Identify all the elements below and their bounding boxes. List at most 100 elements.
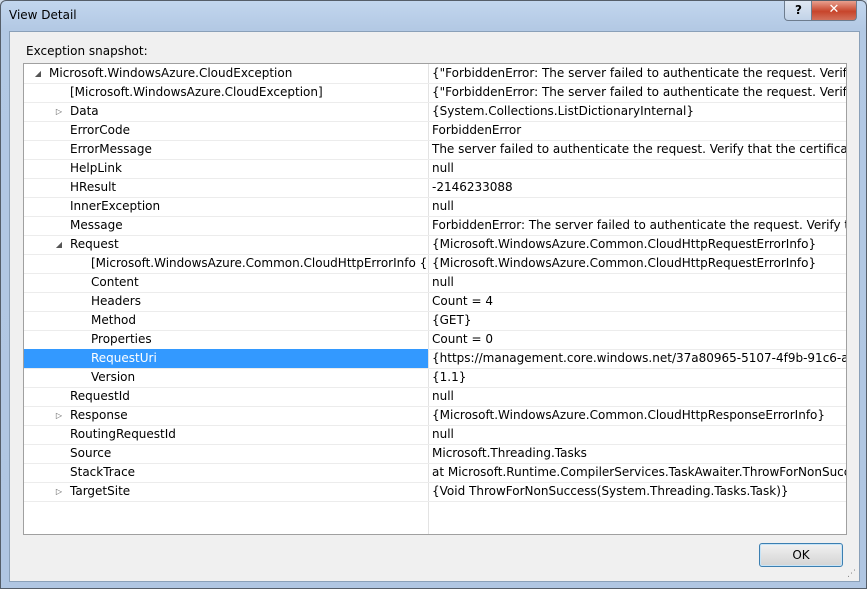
property-row[interactable]: ◢ Request {Microsoft.WindowsAzure.Common.C… — [24, 235, 846, 255]
property-name-cell[interactable]: Headers — [24, 292, 428, 311]
property-name-cell[interactable]: ▷ TargetSite — [24, 482, 428, 501]
property-row[interactable]: ◢ Microsoft.WindowsAzure.CloudException {"… — [24, 64, 846, 84]
property-value[interactable]: null — [430, 159, 846, 178]
exception-property-grid: ◢ Microsoft.WindowsAzure.CloudException {"… — [23, 63, 847, 535]
property-row[interactable]: RoutingRequestId null — [24, 425, 846, 445]
property-name-cell[interactable]: [Microsoft.WindowsAzure.Common.CloudHttp… — [24, 254, 428, 273]
property-value[interactable]: The server failed to authenticate the re… — [430, 140, 846, 159]
dialog-title: View Detail — [9, 8, 77, 22]
collapse-arrow-icon[interactable]: ◢ — [33, 64, 43, 83]
resize-grip-icon[interactable]: ⋰ — [847, 569, 857, 579]
property-value[interactable]: {Void ThrowForNonSuccess(System.Threadin… — [430, 482, 846, 501]
property-name-cell[interactable]: Method — [24, 311, 428, 330]
property-value[interactable]: {Microsoft.WindowsAzure.Common.CloudHttp… — [430, 235, 846, 254]
property-name-cell[interactable]: RequestUri — [24, 349, 428, 368]
property-name-cell[interactable]: [Microsoft.WindowsAzure.CloudException] — [24, 83, 428, 102]
property-name: Properties — [91, 332, 152, 346]
property-value[interactable]: null — [430, 273, 846, 292]
property-row[interactable]: InnerException null — [24, 197, 846, 217]
property-name: Message — [70, 218, 123, 232]
close-button[interactable]: ✕ — [811, 1, 857, 21]
property-name-cell[interactable]: InnerException — [24, 197, 428, 216]
property-name: Response — [70, 408, 128, 422]
dialog-body: Exception snapshot: ◢ Microsoft.WindowsAz… — [9, 31, 860, 582]
property-name: [Microsoft.WindowsAzure.CloudException] — [70, 85, 323, 99]
property-value[interactable]: null — [430, 425, 846, 444]
property-name-cell[interactable]: Message — [24, 216, 428, 235]
property-row[interactable]: Message ForbiddenError: The server failed… — [24, 216, 846, 236]
property-value[interactable]: {System.Collections.ListDictionaryIntern… — [430, 102, 846, 121]
property-name: Content — [91, 275, 139, 289]
property-row[interactable]: StackTrace at Microsoft.Runtime.Compiler… — [24, 463, 846, 483]
property-value[interactable]: {GET} — [430, 311, 846, 330]
property-row[interactable]: [Microsoft.WindowsAzure.CloudException] {… — [24, 83, 846, 103]
expand-arrow-icon[interactable]: ▷ — [54, 102, 64, 121]
property-row[interactable]: ▷ TargetSite {Void ThrowForNonSuccess(Syst… — [24, 482, 846, 502]
property-value[interactable]: {https://management.core.windows.net/37a… — [430, 349, 846, 368]
property-name-cell[interactable]: Version — [24, 368, 428, 387]
title-bar[interactable]: View Detail ? ✕ — [1, 1, 866, 31]
property-value[interactable]: ForbiddenError: The server failed to aut… — [430, 216, 846, 235]
property-row[interactable]: Content null — [24, 273, 846, 293]
property-name-cell[interactable]: Properties — [24, 330, 428, 349]
property-row[interactable]: ▷ Response {Microsoft.WindowsAzure.Common.… — [24, 406, 846, 426]
property-value[interactable]: at Microsoft.Runtime.CompilerServices.Ta… — [430, 463, 846, 482]
expand-arrow-icon[interactable]: ▷ — [54, 482, 64, 501]
property-value[interactable]: -2146233088 — [430, 178, 846, 197]
property-name-cell[interactable]: ◢ Request — [24, 235, 428, 254]
property-name: HelpLink — [70, 161, 122, 175]
ok-button[interactable]: OK — [759, 543, 843, 567]
property-name-cell[interactable]: Content — [24, 273, 428, 292]
property-name-cell[interactable]: HResult — [24, 178, 428, 197]
property-row[interactable]: HelpLink null — [24, 159, 846, 179]
property-value[interactable]: null — [430, 197, 846, 216]
property-row[interactable]: Properties Count = 0 — [24, 330, 846, 350]
property-name: RoutingRequestId — [70, 427, 176, 441]
property-name: InnerException — [70, 199, 161, 213]
property-name-cell[interactable]: HelpLink — [24, 159, 428, 178]
property-value[interactable]: Microsoft.Threading.Tasks — [430, 444, 846, 463]
property-name: Source — [70, 446, 112, 460]
collapse-arrow-icon[interactable]: ◢ — [54, 235, 64, 254]
help-button[interactable]: ? — [784, 1, 813, 21]
property-value[interactable]: {1.1} — [430, 368, 846, 387]
view-detail-dialog: View Detail ? ✕ Exception snapshot: ◢ Mic… — [0, 0, 867, 589]
property-name-cell[interactable]: ErrorCode — [24, 121, 428, 140]
property-row[interactable]: Method {GET} — [24, 311, 846, 331]
property-row[interactable]: RequestUri {https://management.core.windo… — [24, 349, 846, 369]
property-name: Data — [70, 104, 99, 118]
property-name-cell[interactable]: ▷ Response — [24, 406, 428, 425]
property-row[interactable]: ErrorCode ForbiddenError — [24, 121, 846, 141]
property-name-cell[interactable]: ◢ Microsoft.WindowsAzure.CloudException — [24, 64, 428, 83]
property-name-cell[interactable]: ErrorMessage — [24, 140, 428, 159]
property-value[interactable]: {"ForbiddenError: The server failed to a… — [430, 64, 846, 83]
property-row[interactable]: Version {1.1} — [24, 368, 846, 388]
property-row[interactable]: [Microsoft.WindowsAzure.Common.CloudHttp… — [24, 254, 846, 274]
property-value[interactable]: Count = 4 — [430, 292, 846, 311]
property-name: ErrorMessage — [70, 142, 152, 156]
property-name-cell[interactable]: ▷ Data — [24, 102, 428, 121]
property-name-cell[interactable]: StackTrace — [24, 463, 428, 482]
property-row[interactable]: Source Microsoft.Threading.Tasks — [24, 444, 846, 464]
property-name: Method — [91, 313, 137, 327]
expand-arrow-icon[interactable]: ▷ — [54, 406, 64, 425]
exception-snapshot-label: Exception snapshot: — [26, 44, 148, 58]
property-name: Request — [70, 237, 119, 251]
property-name: Version — [91, 370, 136, 384]
property-row[interactable]: ▷ Data {System.Collections.ListDictionaryI… — [24, 102, 846, 122]
property-name: StackTrace — [70, 465, 136, 479]
property-row[interactable]: HResult -2146233088 — [24, 178, 846, 198]
property-value[interactable]: {Microsoft.WindowsAzure.Common.CloudHttp… — [430, 254, 846, 273]
property-name: HResult — [70, 180, 117, 194]
property-value[interactable]: Count = 0 — [430, 330, 846, 349]
property-name-cell[interactable]: Source — [24, 444, 428, 463]
property-value[interactable]: null — [430, 387, 846, 406]
property-value[interactable]: {Microsoft.WindowsAzure.Common.CloudHttp… — [430, 406, 846, 425]
property-row[interactable]: RequestId null — [24, 387, 846, 407]
property-value[interactable]: ForbiddenError — [430, 121, 846, 140]
property-name-cell[interactable]: RequestId — [24, 387, 428, 406]
property-value[interactable]: {"ForbiddenError: The server failed to a… — [430, 83, 846, 102]
property-row[interactable]: ErrorMessage The server failed to authent… — [24, 140, 846, 160]
property-name-cell[interactable]: RoutingRequestId — [24, 425, 428, 444]
property-row[interactable]: Headers Count = 4 — [24, 292, 846, 312]
